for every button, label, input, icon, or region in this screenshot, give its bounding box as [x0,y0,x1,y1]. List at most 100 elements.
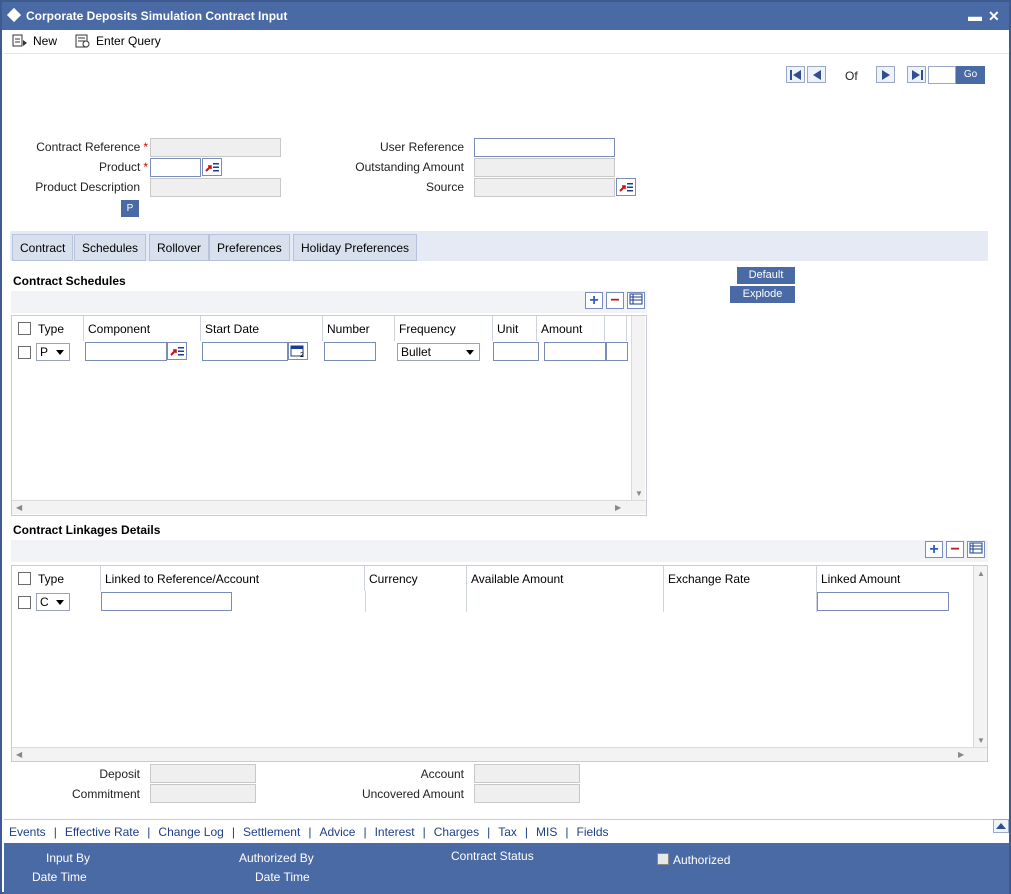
type-select[interactable]: P [36,343,70,361]
start-date-input[interactable] [202,342,288,361]
effective-rate-link[interactable]: Effective Rate [65,825,139,839]
source-lov-button[interactable] [616,178,636,196]
component-input[interactable] [85,342,167,361]
schedules-toolbar-band [11,291,647,313]
list-view-icon [969,542,983,554]
query-icon [75,34,91,48]
new-button[interactable]: New [12,32,57,50]
frequency-select[interactable]: Bullet [397,343,480,361]
lov-list-icon [170,347,184,356]
lov-list-icon [205,163,219,172]
available-amount-cell [467,591,664,612]
col-frequency: Frequency [395,316,493,341]
tab-rollover[interactable]: Rollover [149,234,210,261]
tax-link[interactable]: Tax [498,825,517,839]
contract-status-label: Contract Status [451,849,534,863]
linkages-vertical-scrollbar[interactable]: ▲ ▼ [973,566,987,747]
tab-holiday-preferences[interactable]: Holiday Preferences [293,234,418,261]
authorized-by-label: Authorized By [239,851,314,865]
unit-input[interactable] [493,342,539,361]
select-all-checkbox[interactable] [18,322,31,335]
new-label: New [33,34,58,48]
tab-preferences[interactable]: Preferences [209,234,290,261]
col-component: Component [84,316,201,341]
authorized-checkbox[interactable] [657,853,669,865]
close-button[interactable]: ✕ [988,2,1000,30]
enter-query-label: Enter Query [96,34,161,48]
next-record-button[interactable] [876,66,895,83]
explode-button[interactable]: Explode [730,286,795,303]
source-field [474,178,615,197]
tab-contract[interactable]: Contract [12,234,74,261]
enter-query-button[interactable]: Enter Query [75,32,161,50]
contract-reference-text: Contract Reference [36,140,141,154]
scroll-right-icon: ▶ [615,503,622,512]
calendar-icon: 2 [290,345,304,359]
linked-amount-input[interactable] [817,592,949,611]
row-checkbox[interactable] [18,346,31,359]
default-button[interactable]: Default [737,267,795,284]
authorized-label: Authorized [673,853,731,867]
deposit-field [150,764,256,783]
toolbar: New Enter Query [12,32,161,50]
product-lov-button[interactable] [202,158,222,176]
col-available-amount: Available Amount [467,566,664,591]
add-linkage-icon[interactable]: + [925,541,943,558]
linkages-grid: Type Linked to Reference/Account Currenc… [11,565,988,762]
scroll-right-icon: ▶ [958,750,965,759]
select-all-checkbox[interactable] [18,572,31,585]
col-amount: Amount [537,316,605,341]
collapse-footer-button[interactable] [993,819,1009,833]
events-link[interactable]: Events [9,825,46,839]
minimize-button[interactable]: ▬ [968,2,982,30]
go-button[interactable]: Go [956,66,985,84]
first-record-button[interactable] [786,66,805,83]
extra-input[interactable] [606,342,628,361]
schedules-vertical-scrollbar[interactable]: ▼ [631,316,645,500]
linked-reference-input[interactable] [101,592,232,611]
charges-link[interactable]: Charges [434,825,479,839]
user-reference-input[interactable] [474,138,615,157]
delete-row-icon[interactable]: − [606,292,624,309]
fields-link[interactable]: Fields [577,825,609,839]
tab-schedules[interactable]: Schedules [74,234,147,261]
number-input[interactable] [324,342,376,361]
interest-link[interactable]: Interest [375,825,415,839]
linkages-horizontal-scrollbar[interactable]: ◀ ▶ [12,747,987,761]
component-lov-button[interactable] [167,342,187,360]
add-row-icon[interactable]: + [585,292,603,309]
calendar-button[interactable]: 2 [288,342,308,360]
single-view-icon[interactable] [627,292,645,309]
col-linked-amount: Linked Amount [817,566,969,591]
linkage-type-select[interactable]: C [36,593,70,611]
schedules-horizontal-scrollbar[interactable]: ◀ ▶ [12,500,646,514]
advice-link[interactable]: Advice [319,825,355,839]
col-number: Number [323,316,395,341]
mis-link[interactable]: MIS [536,825,557,839]
exchange-rate-cell [664,591,817,612]
linkage-single-view-icon[interactable] [967,541,985,558]
input-by-label: Input By [46,851,91,865]
last-record-button[interactable] [907,66,926,83]
app-diamond-icon [6,7,22,23]
delete-linkage-icon[interactable]: − [946,541,964,558]
product-input[interactable] [150,158,201,177]
previous-record-button[interactable] [807,66,826,83]
contract-reference-field[interactable] [150,138,281,157]
record-number-input[interactable] [928,66,956,84]
settlement-link[interactable]: Settlement [243,825,300,839]
product-label: Product * [22,160,148,174]
change-log-link[interactable]: Change Log [158,825,223,839]
col-unit: Unit [493,316,537,341]
of-label: Of [845,69,858,83]
auth-date-time-label: Date Time [255,870,310,884]
p-button[interactable]: P [121,200,139,217]
uncovered-amount-label: Uncovered Amount [361,787,464,801]
col-exchange-rate: Exchange Rate [664,566,817,591]
svg-text:2: 2 [300,352,304,359]
product-description-field [150,178,281,197]
source-label: Source [425,180,464,194]
scroll-left-icon: ◀ [16,503,23,512]
row-checkbox[interactable] [18,596,31,609]
amount-input[interactable] [544,342,606,361]
